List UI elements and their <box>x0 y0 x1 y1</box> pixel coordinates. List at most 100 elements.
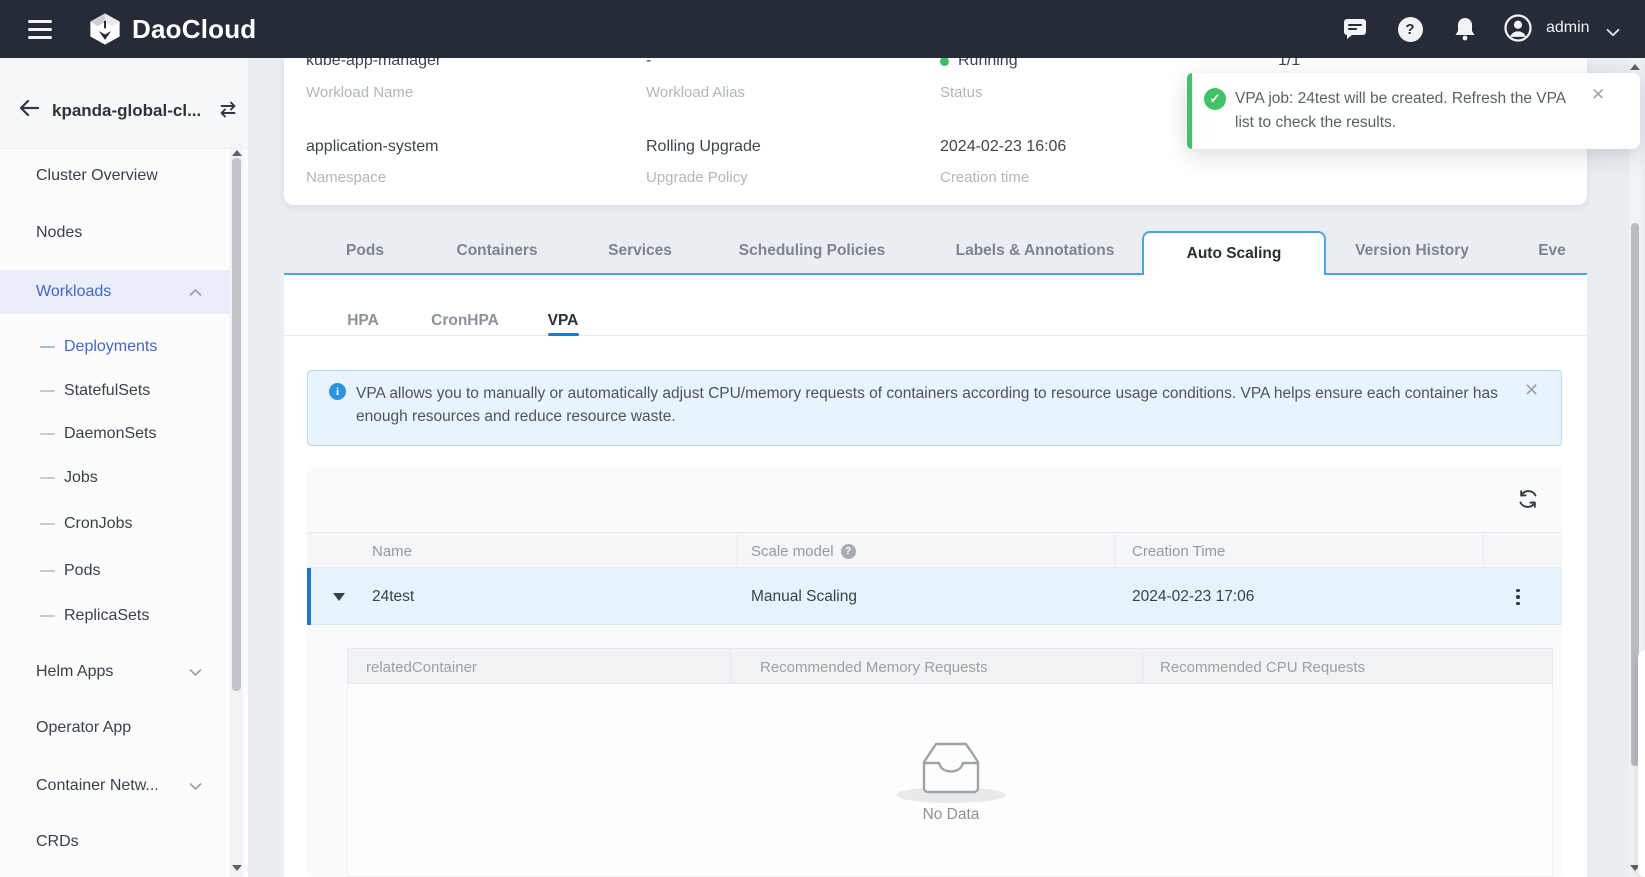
vpa-info-text: VPA allows you to manually or automatica… <box>356 382 1516 428</box>
dash-icon <box>40 390 55 392</box>
column-divider <box>1142 648 1143 684</box>
workload-workload-name-value: kube-app-manager <box>306 58 441 72</box>
avatar[interactable] <box>1504 14 1532 42</box>
column-divider <box>1483 532 1484 568</box>
vpa-table-header: NameScale model?Creation Time <box>307 532 1562 568</box>
sidebar-header: kpanda-global-cl... <box>0 58 248 149</box>
bell-icon[interactable] <box>1451 15 1479 43</box>
recommendation-table-header: relatedContainerRecommended Memory Reque… <box>347 648 1553 684</box>
scroll-up-icon[interactable] <box>232 150 242 156</box>
column-header-creation-time: Creation Time <box>1132 533 1225 569</box>
chevron-up-icon <box>189 288 202 297</box>
subtab-hpa[interactable]: HPA <box>347 309 379 333</box>
sidebar-item-label: Helm Apps <box>36 663 113 681</box>
sidebar-item-label: ReplicaSets <box>64 607 149 625</box>
sidebar-item-label: StatefulSets <box>64 382 150 400</box>
sidebar-item-label: Nodes <box>36 224 82 242</box>
field-label-upgrade-policy: Upgrade Policy <box>646 169 748 186</box>
hamburger-menu-icon[interactable] <box>28 20 52 39</box>
workload-tabs: Pods Containers Services Scheduling Policie… <box>284 228 1587 275</box>
workload-upgrade-policy-value: Rolling Upgrade <box>646 136 761 158</box>
sidebar-item-crds[interactable]: CRDs <box>0 820 230 864</box>
kebab-menu-icon[interactable] <box>1507 585 1529 609</box>
success-toast: ✓ VPA job: 24test will be created. Refre… <box>1187 73 1640 149</box>
help-icon[interactable]: ? <box>1396 15 1424 43</box>
sidebar-item-pods[interactable]: Pods <box>0 549 230 593</box>
row-accent-bar <box>307 568 311 625</box>
sidebar-item-nodes[interactable]: Nodes <box>0 211 230 255</box>
vpa-name-cell: 24test <box>372 568 414 625</box>
sidebar-item-container-netw[interactable]: Container Netw... <box>0 764 230 808</box>
subtab-cronhpa[interactable]: CronHPA <box>431 309 499 333</box>
sidebar-item-daemonsets[interactable]: DaemonSets <box>0 412 230 456</box>
tab-version-history[interactable]: Version History <box>1355 228 1469 273</box>
switch-cluster-icon[interactable] <box>218 101 238 118</box>
vpa-table-row[interactable]: 24test Manual Scaling 2024-02-23 17:06 <box>307 568 1562 625</box>
column-header-recommended-cpu-requests: Recommended CPU Requests <box>1160 649 1365 685</box>
chevron-down-icon <box>189 782 202 791</box>
field-label-creation-time: Creation time <box>940 169 1029 186</box>
vpa-table-card: NameScale model?Creation Time 24testManu… <box>307 465 1562 877</box>
refresh-icon[interactable] <box>1516 487 1540 511</box>
caret-down-icon[interactable] <box>333 593 345 601</box>
sidebar-item-label: CRDs <box>36 833 79 851</box>
subtab-vpa[interactable]: VPA <box>548 309 579 333</box>
chevron-down-icon[interactable] <box>1606 24 1620 41</box>
sidebar-item-cronjobs[interactable]: CronJobs <box>0 502 230 546</box>
workload-workload-alias-value: - <box>646 58 651 72</box>
brand-logo[interactable]: DaoCloud <box>88 11 256 47</box>
sidebar-item-operator-app[interactable]: Operator App <box>0 706 230 750</box>
workload-creation-time-value: 2024-02-23 16:06 <box>940 136 1066 158</box>
workload-namespace-value: application-system <box>306 136 439 158</box>
chevron-down-icon <box>189 668 202 677</box>
banner-close-icon[interactable]: ✕ <box>1524 380 1539 401</box>
cluster-name[interactable]: kpanda-global-cl... <box>52 101 201 121</box>
field-label-workload-alias: Workload Alias <box>646 84 745 101</box>
tab-eve[interactable]: Eve <box>1538 228 1566 273</box>
brand-name: DaoCloud <box>132 14 256 45</box>
sidebar-item-label: Pods <box>64 562 100 580</box>
creation-time-cell: 2024-02-23 17:06 <box>1132 568 1254 625</box>
tab-labels-annotations[interactable]: Labels & Annotations <box>956 228 1115 273</box>
back-arrow-icon[interactable] <box>18 99 40 117</box>
sidebar-item-cluster-overview[interactable]: Cluster Overview <box>0 154 230 198</box>
tab-content-card: HPACronHPAVPA i VPA allows you to manual… <box>284 273 1587 877</box>
dash-icon <box>40 523 55 525</box>
chat-icon[interactable] <box>1341 15 1369 43</box>
sidebar-item-label: Cluster Overview <box>36 167 158 185</box>
sidebar-item-label: Deployments <box>64 338 157 356</box>
success-check-icon: ✓ <box>1204 88 1226 110</box>
status-dot <box>940 58 949 66</box>
scroll-up-icon[interactable] <box>1630 64 1640 70</box>
column-header-scale-model: Scale model? <box>751 533 856 569</box>
dash-icon <box>40 346 55 348</box>
workload-ready-value: 1/1 <box>1278 58 1300 72</box>
dash-icon <box>40 433 55 435</box>
sidebar-item-statefulsets[interactable]: StatefulSets <box>0 369 230 413</box>
sidebar-item-deployments[interactable]: Deployments <box>0 325 230 369</box>
scroll-down-icon[interactable] <box>232 865 242 871</box>
column-divider <box>1114 532 1115 568</box>
sidebar-item-helm-apps[interactable]: Helm Apps <box>0 650 230 694</box>
tab-services[interactable]: Services <box>608 228 672 273</box>
toast-close-icon[interactable]: ✕ <box>1591 85 1605 105</box>
top-navigation-bar: DaoCloud ? admin <box>0 0 1645 58</box>
tab-scheduling-policies[interactable]: Scheduling Policies <box>739 228 885 273</box>
dash-icon <box>40 570 55 572</box>
username[interactable]: admin <box>1546 19 1590 37</box>
sidebar: kpanda-global-cl... Cluster Overview Node… <box>0 58 248 877</box>
column-divider <box>730 648 731 684</box>
sidebar-item-workloads[interactable]: Workloads <box>0 270 230 314</box>
tab-auto-scaling[interactable]: Auto Scaling <box>1142 231 1326 275</box>
tab-pods[interactable]: Pods <box>346 228 384 273</box>
help-circle-icon[interactable]: ? <box>841 544 856 559</box>
sidebar-item-label: Container Netw... <box>36 777 159 795</box>
sidebar-item-replicasets[interactable]: ReplicaSets <box>0 594 230 638</box>
sidebar-item-jobs[interactable]: Jobs <box>0 456 230 500</box>
sidebar-item-label: Workloads <box>36 283 111 301</box>
scale-model-cell: Manual Scaling <box>751 568 857 625</box>
tab-containers[interactable]: Containers <box>457 228 538 273</box>
field-label-workload-name: Workload Name <box>306 84 413 101</box>
sidebar-scrollbar-thumb[interactable] <box>232 158 241 691</box>
sidebar-item-label: Operator App <box>36 719 131 737</box>
